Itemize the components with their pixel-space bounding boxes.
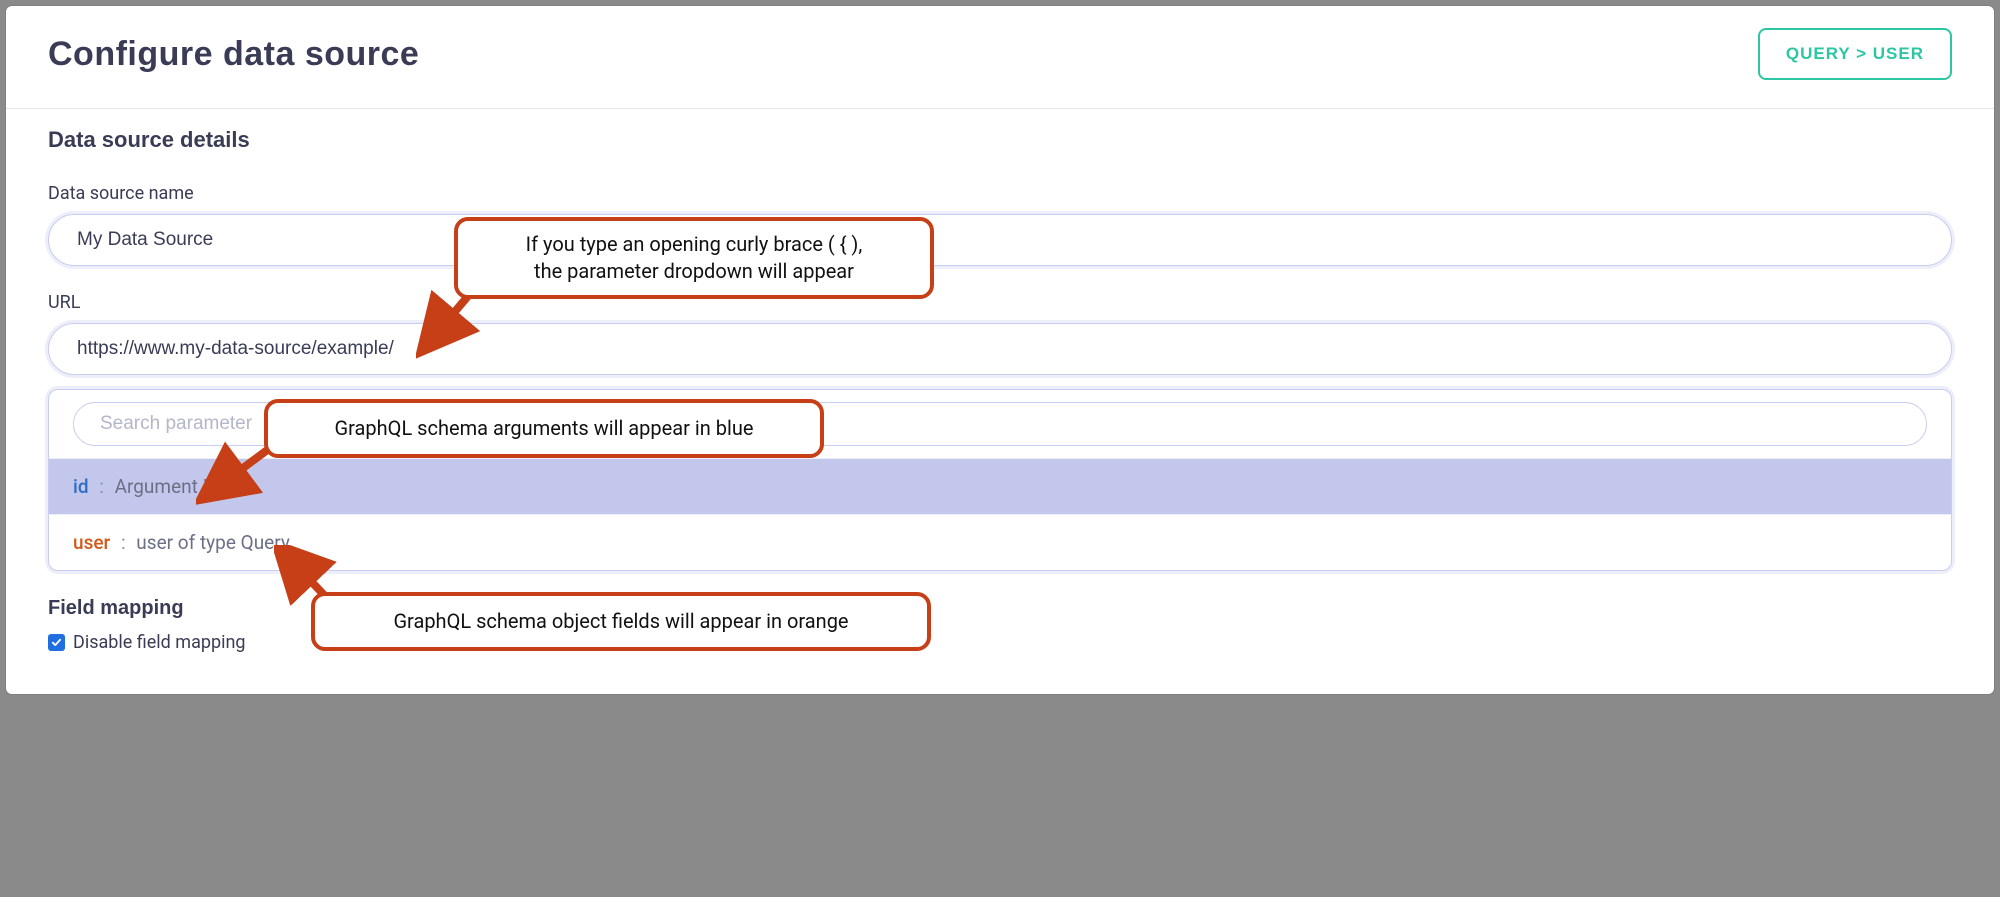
annotation-object-fields-orange: GraphQL schema object fields will appear… [311, 592, 931, 651]
dropdown-item-key: id [73, 475, 89, 498]
page-title: Configure data source [48, 35, 419, 74]
panel-header: Configure data source QUERY > USER [6, 6, 1994, 109]
checkmark-icon [51, 637, 62, 648]
dropdown-item-object[interactable]: user : user of type Query [49, 514, 1951, 570]
dropdown-item-argument[interactable]: id : Argument id [49, 458, 1951, 514]
configure-data-source-panel: Configure data source QUERY > USER Data … [6, 6, 1994, 694]
annotation-arguments-blue: GraphQL schema arguments will appear in … [264, 399, 824, 458]
dropdown-item-desc: Argument id [115, 475, 218, 498]
dropdown-item-separator: : [121, 531, 126, 554]
breadcrumb-button[interactable]: QUERY > USER [1758, 28, 1952, 80]
field-data-source-name: Data source name [48, 183, 1952, 266]
input-data-source-name[interactable] [48, 214, 1952, 266]
dropdown-item-key: user [73, 531, 110, 554]
input-url[interactable] [48, 323, 1952, 375]
checkbox-icon [48, 634, 65, 651]
panel-body: Data source details Data source name URL… [6, 109, 1994, 673]
checkbox-label: Disable field mapping [73, 632, 246, 653]
label-url: URL [48, 292, 1952, 313]
label-data-source-name: Data source name [48, 183, 1952, 204]
dropdown-item-separator: : [99, 475, 104, 498]
annotation-curly-brace: If you type an opening curly brace ( { )… [454, 217, 934, 299]
dropdown-item-desc: user of type Query [136, 531, 290, 554]
section-title-data-source-details: Data source details [48, 127, 1952, 153]
